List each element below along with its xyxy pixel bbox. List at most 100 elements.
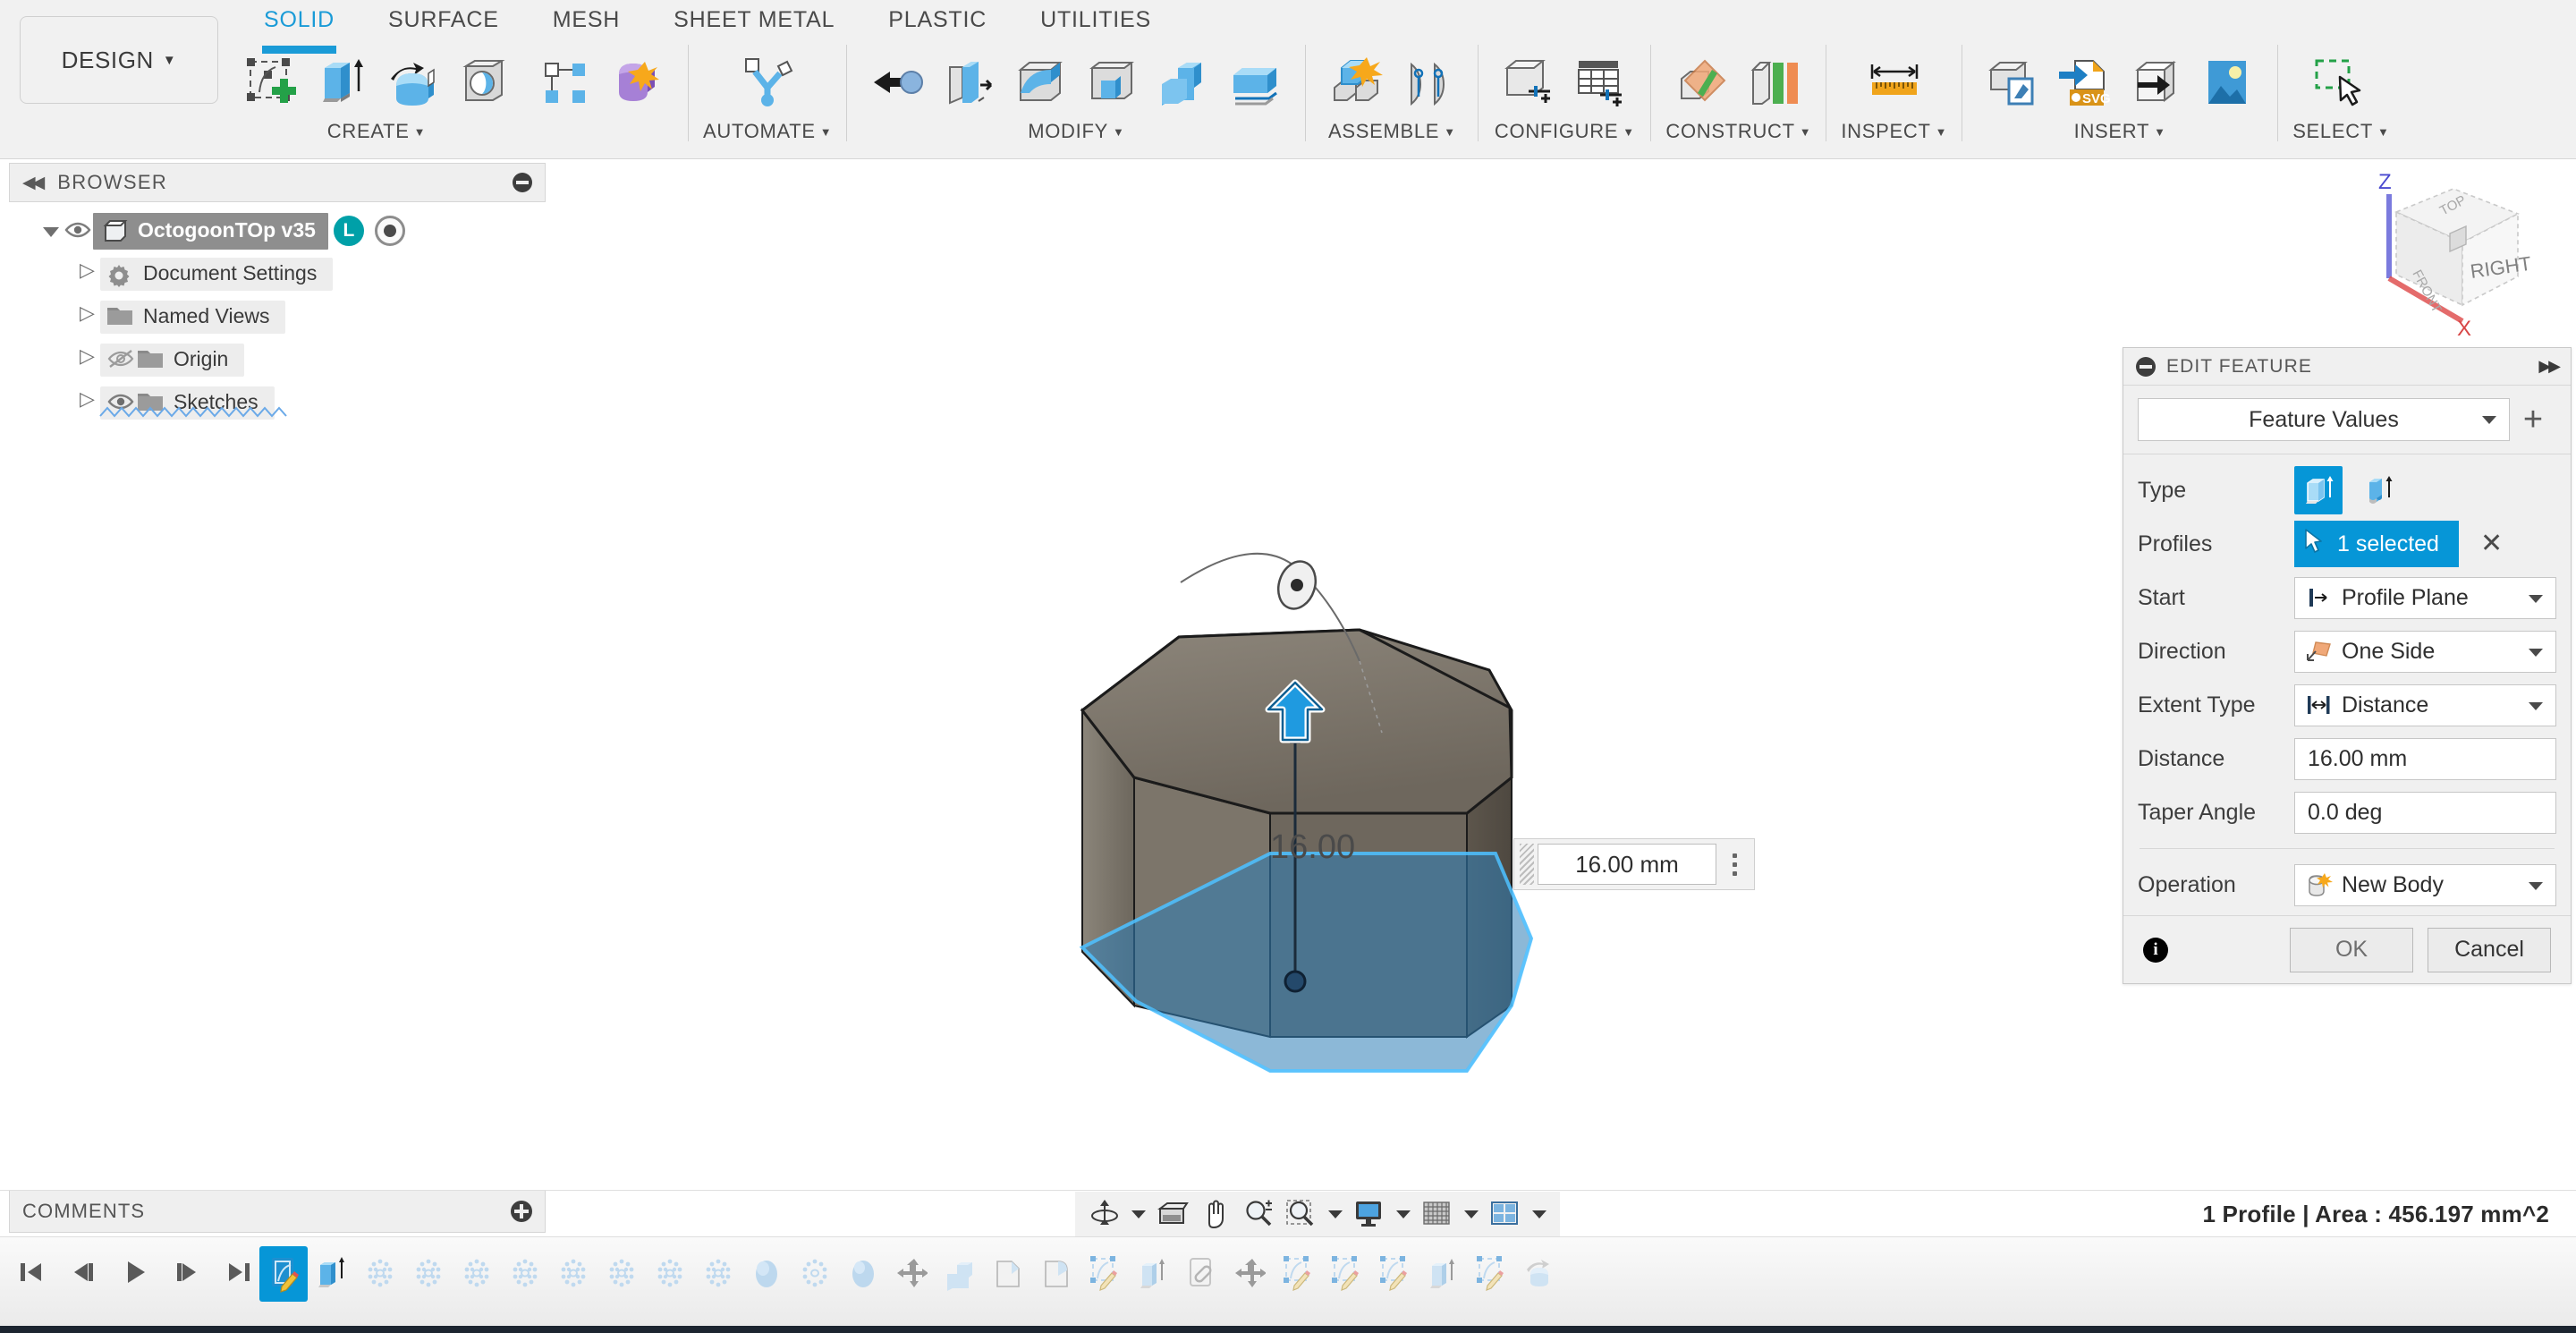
hole-icon[interactable] — [448, 48, 520, 116]
timeline-feature-sketch-edit[interactable] — [1370, 1246, 1419, 1302]
extrude-profile-icon[interactable] — [2294, 466, 2343, 514]
dimension-options-icon[interactable] — [1716, 844, 1752, 885]
display-settings-dropdown-caret-icon[interactable] — [1392, 1194, 1415, 1234]
timeline-feature-revolve[interactable] — [742, 1246, 791, 1302]
visibility-hidden-icon[interactable] — [106, 348, 136, 371]
timeline-feature-pattern[interactable] — [356, 1246, 404, 1302]
view-cube[interactable]: Z X RIGHT FRONT TOP — [2357, 169, 2545, 341]
expand-arrow-icon[interactable] — [39, 219, 63, 242]
create-sketch-icon[interactable] — [233, 48, 305, 116]
tab-sheet-metal[interactable]: SHEET METAL — [647, 4, 861, 43]
timeline-feature-pattern[interactable] — [694, 1246, 742, 1302]
play-icon[interactable] — [116, 1252, 154, 1293]
draft-icon[interactable] — [1076, 48, 1148, 116]
joint-icon[interactable] — [1392, 48, 1463, 116]
info-icon[interactable]: i — [2143, 937, 2168, 963]
tree-item-named-views[interactable]: Named Views — [9, 295, 546, 338]
tree-item-root[interactable]: OctogoonTOp v35 L — [9, 209, 546, 252]
timeline-feature-fillet[interactable] — [1032, 1246, 1080, 1302]
display-settings-icon[interactable] — [1349, 1194, 1390, 1234]
timeline-feature-sketch-edit[interactable] — [1322, 1246, 1370, 1302]
offset-plane-icon[interactable] — [1667, 48, 1739, 116]
workspace-switcher-button[interactable]: DESIGN ▼ — [20, 16, 218, 104]
timeline-feature-sketch-edit[interactable] — [1467, 1246, 1515, 1302]
extrude-icon[interactable] — [305, 48, 377, 116]
look-at-icon[interactable] — [1152, 1194, 1193, 1234]
zoom-icon[interactable] — [1238, 1194, 1279, 1234]
drag-grip-icon[interactable] — [1520, 844, 1534, 885]
dimension-value-input[interactable]: 16.00 mm — [1538, 844, 1716, 885]
profiles-selection-button[interactable]: 1 selected — [2294, 521, 2459, 567]
operation-select[interactable]: New Body — [2294, 863, 2556, 906]
dimension-input-widget[interactable]: 16.00 mm — [1513, 838, 1755, 890]
viewports-dropdown-caret-icon[interactable] — [1528, 1194, 1551, 1234]
press-pull-icon[interactable] — [861, 48, 933, 116]
zoom-window-dropdown-caret-icon[interactable] — [1324, 1194, 1347, 1234]
extrude-edge-icon[interactable] — [2355, 466, 2403, 514]
go-to-beginning-icon[interactable] — [13, 1252, 50, 1293]
ribbon-group-label[interactable]: MODIFY ▼ — [1028, 120, 1124, 143]
expand-arrow-icon[interactable] — [77, 387, 100, 414]
ribbon-group-label[interactable]: CREATE ▼ — [327, 120, 426, 143]
tab-surface[interactable]: SURFACE — [361, 4, 526, 43]
timeline-feature-chamfer[interactable] — [984, 1246, 1032, 1302]
extent-type-select[interactable]: Distance — [2294, 683, 2556, 726]
timeline-feature-link[interactable] — [1177, 1246, 1225, 1302]
timeline-feature-sketch-edit[interactable] — [1274, 1246, 1322, 1302]
pan-icon[interactable] — [1195, 1194, 1236, 1234]
timeline-feature-pattern[interactable] — [453, 1246, 501, 1302]
timeline-feature-pattern[interactable] — [597, 1246, 646, 1302]
insert-image-icon[interactable] — [2191, 48, 2263, 116]
timeline-feature-move[interactable] — [1225, 1246, 1274, 1302]
shell-icon[interactable] — [1004, 48, 1076, 116]
configure-table-icon[interactable] — [1564, 48, 1636, 116]
activate-component-radio[interactable] — [374, 216, 405, 246]
timeline-feature-combine[interactable] — [936, 1246, 984, 1302]
tree-item-body[interactable]: Named Views — [100, 300, 286, 334]
expand-arrow-icon[interactable] — [77, 344, 100, 371]
expand-arrow-icon[interactable] — [77, 259, 100, 285]
midplane-icon[interactable] — [1739, 48, 1810, 116]
insert-svg-icon[interactable]: SVG — [2048, 48, 2120, 116]
tab-utilities[interactable]: UTILITIES — [1013, 4, 1178, 43]
ribbon-group-label[interactable]: INSERT ▼ — [2074, 120, 2166, 143]
mesh-body-icon[interactable] — [602, 48, 674, 116]
tree-item-origin[interactable]: Origin — [9, 338, 546, 381]
tree-item-sketches[interactable]: Sketches — [9, 381, 546, 424]
timeline-feature-revolve[interactable] — [1515, 1246, 1563, 1302]
configure-body-icon[interactable] — [1493, 48, 1564, 116]
step-back-icon[interactable] — [64, 1252, 102, 1293]
taper-angle-input[interactable]: 0.0 deg — [2294, 791, 2556, 834]
timeline-feature-pattern[interactable] — [646, 1246, 694, 1302]
distance-input[interactable]: 16.00 mm — [2294, 737, 2556, 780]
offset-face-icon[interactable] — [1219, 48, 1291, 116]
orbit-icon[interactable] — [1084, 1194, 1125, 1234]
root-component-chip[interactable]: OctogoonTOp v35 — [93, 212, 328, 250]
step-forward-icon[interactable] — [168, 1252, 206, 1293]
ribbon-group-label[interactable]: SELECT ▼ — [2292, 120, 2389, 143]
timeline-feature-extrude[interactable] — [1419, 1246, 1467, 1302]
grid-snap-icon[interactable] — [1417, 1194, 1458, 1234]
ribbon-group-label[interactable]: CONFIGURE ▼ — [1495, 120, 1635, 143]
timeline-feature-sketch-edit[interactable] — [1080, 1246, 1129, 1302]
expand-arrow-icon[interactable] — [77, 301, 100, 328]
timeline-feature-pattern[interactable] — [791, 1246, 839, 1302]
timeline-feature-sphere[interactable] — [839, 1246, 887, 1302]
add-preset-button[interactable]: + — [2510, 401, 2556, 438]
fillet-icon[interactable] — [933, 48, 1004, 116]
feature-preset-select[interactable]: Feature Values — [2138, 398, 2510, 441]
new-component-icon[interactable] — [1320, 48, 1392, 116]
tree-item-body[interactable]: Origin — [100, 343, 245, 377]
visibility-eye-icon[interactable] — [63, 219, 93, 242]
select-window-icon[interactable] — [2305, 48, 2377, 116]
timeline-feature-pattern[interactable] — [404, 1246, 453, 1302]
combine-icon[interactable] — [1148, 48, 1219, 116]
revolve-icon[interactable] — [377, 48, 448, 116]
go-to-end-icon[interactable] — [220, 1252, 258, 1293]
double-chevron-right-icon[interactable]: ▶▶ — [2538, 357, 2561, 376]
tree-item-document-settings[interactable]: Document Settings — [9, 252, 546, 295]
timeline-feature-extrude[interactable] — [1129, 1246, 1177, 1302]
timeline-feature-extrude[interactable] — [308, 1246, 356, 1302]
collapse-left-icon[interactable]: ◀◀ — [22, 173, 45, 193]
viewports-icon[interactable] — [1485, 1194, 1526, 1234]
